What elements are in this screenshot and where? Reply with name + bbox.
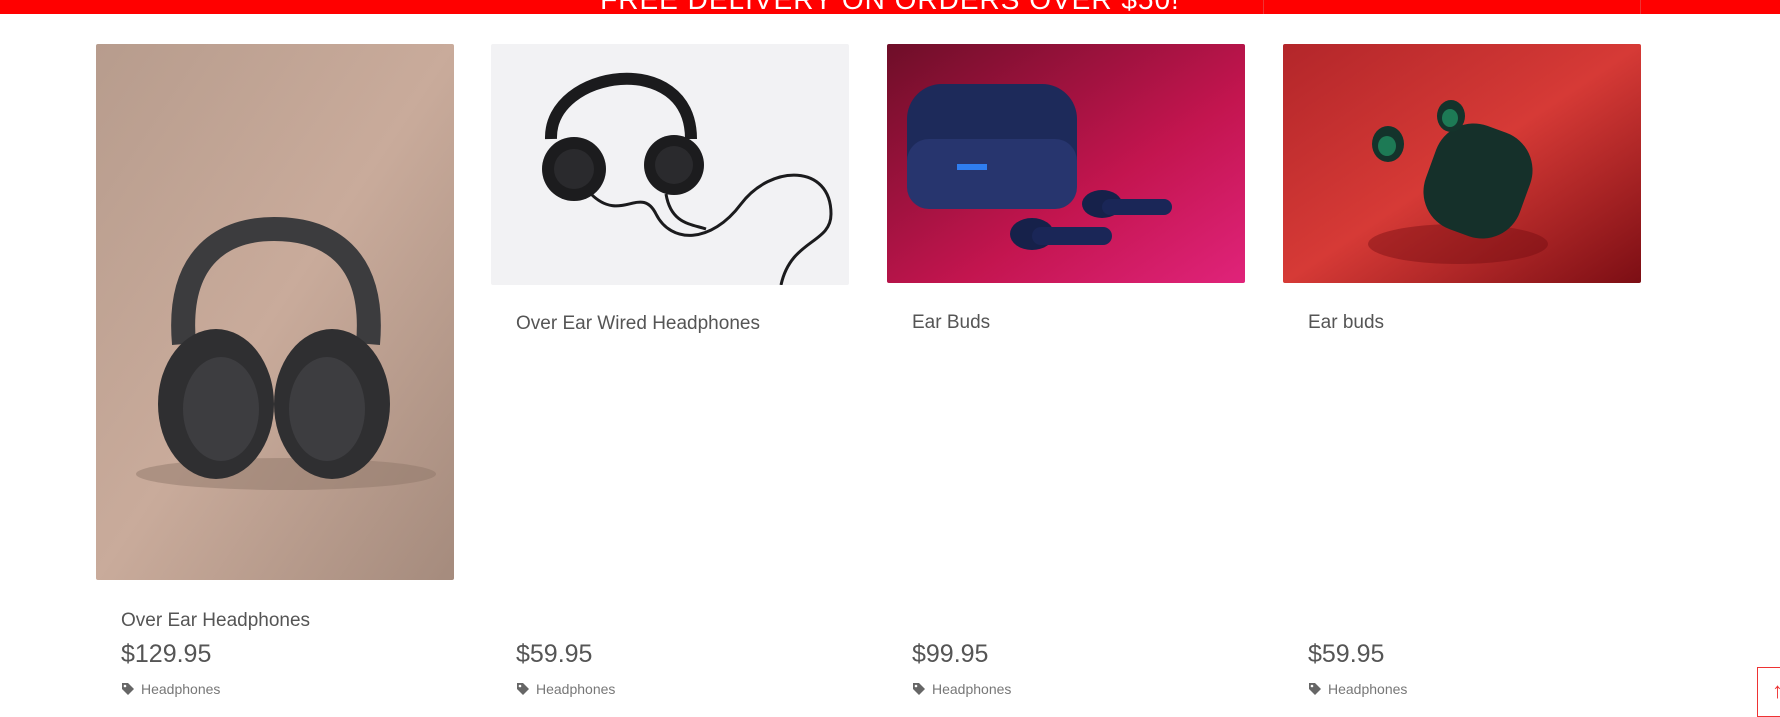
product-image-ear-buds[interactable] — [887, 44, 1245, 283]
tag-icon — [517, 683, 529, 695]
promo-banner: FREE DELIVERY ON ORDERS OVER $50! — [0, 0, 1780, 14]
tag-icon — [1309, 683, 1321, 695]
product-price: $59.95 — [1308, 640, 1385, 668]
product-category-label: Headphones — [932, 681, 1012, 697]
product-card[interactable]: Ear Buds $99.95 Headphones — [887, 44, 1247, 710]
product-category-label: Headphones — [536, 681, 616, 697]
tag-icon — [913, 683, 925, 695]
product-category[interactable]: Headphones — [121, 681, 220, 697]
product-image-over-ear-wired-headphones[interactable] — [491, 44, 849, 285]
product-image-over-ear-headphones[interactable] — [96, 44, 454, 580]
product-card[interactable]: Ear buds $59.95 Headphones — [1283, 44, 1643, 710]
product-category[interactable]: Headphones — [912, 681, 1011, 697]
product-category-label: Headphones — [1328, 681, 1408, 697]
product-price: $129.95 — [121, 640, 212, 668]
product-card[interactable]: Over Ear Headphones $129.95 Headphones — [96, 44, 456, 710]
banner-outline-box[interactable] — [1263, 0, 1641, 14]
product-category[interactable]: Headphones — [516, 681, 615, 697]
product-price: $99.95 — [912, 640, 989, 668]
tag-icon — [122, 683, 134, 695]
product-card[interactable]: Over Ear Wired Headphones $59.95 Headpho… — [491, 44, 851, 710]
product-image-ear-buds-2[interactable] — [1283, 44, 1641, 283]
product-title[interactable]: Over Ear Wired Headphones — [516, 313, 760, 335]
product-price: $59.95 — [516, 640, 593, 668]
arrow-up-icon: ↑ — [1772, 678, 1780, 703]
product-title[interactable]: Ear buds — [1308, 312, 1384, 334]
product-title[interactable]: Over Ear Headphones — [121, 610, 310, 632]
product-category-label: Headphones — [141, 681, 221, 697]
product-title[interactable]: Ear Buds — [912, 312, 990, 334]
product-category[interactable]: Headphones — [1308, 681, 1407, 697]
